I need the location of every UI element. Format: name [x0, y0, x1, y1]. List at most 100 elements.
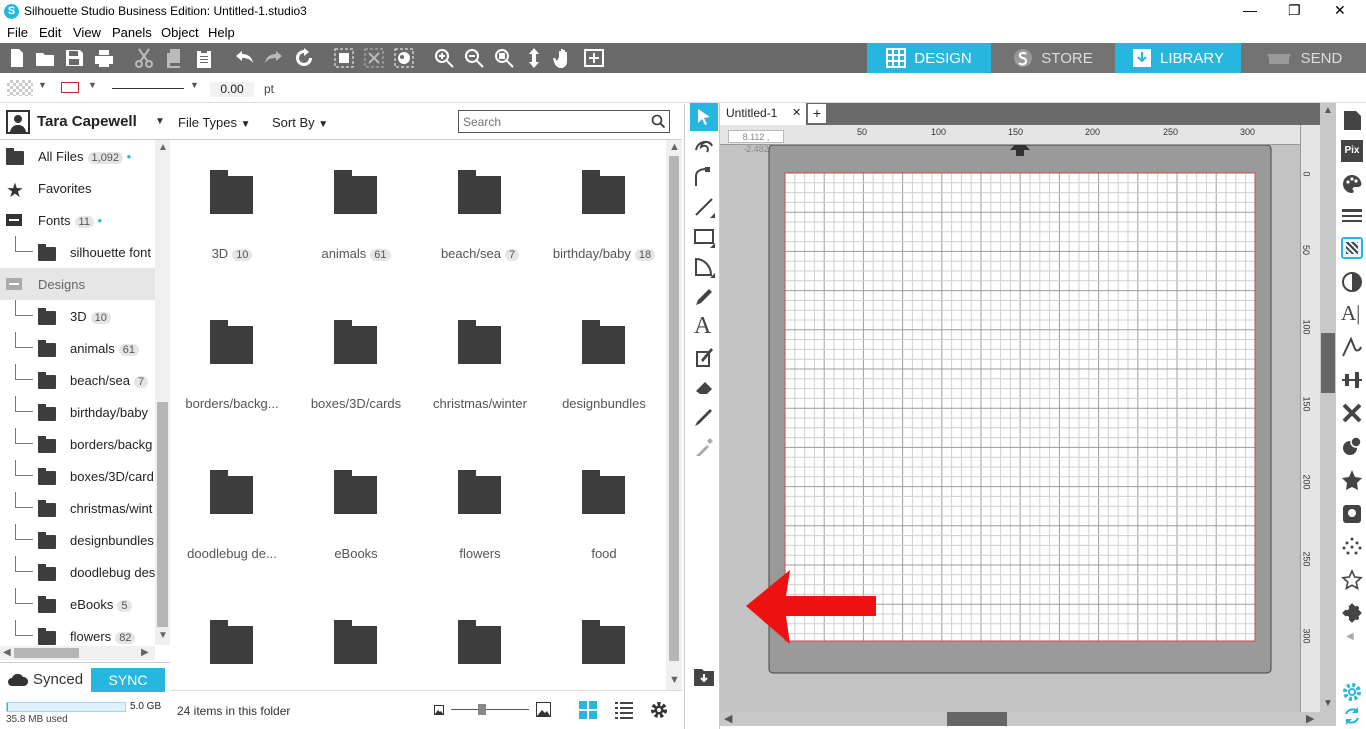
tab-library[interactable]: LIBRARY	[1115, 43, 1241, 73]
pencil-tool-icon[interactable]	[693, 286, 715, 308]
tab-design[interactable]: DESIGN	[867, 43, 991, 73]
menu-view[interactable]: View	[73, 25, 101, 40]
tree-item[interactable]: silhouette font	[0, 236, 155, 268]
scroll-up-icon[interactable]: ▲	[158, 142, 168, 153]
point-edit-icon[interactable]	[693, 136, 715, 158]
paste-icon[interactable]	[193, 47, 215, 69]
copy-icon[interactable]	[163, 47, 185, 69]
tree-item[interactable]: christmas/wint	[0, 492, 155, 524]
line-tool-icon[interactable]	[693, 196, 715, 218]
redo-icon[interactable]	[263, 47, 285, 69]
file-types-dropdown[interactable]: File Types ▼	[178, 115, 251, 130]
folder-tile[interactable]	[418, 590, 542, 690]
make-compound-icon[interactable]	[393, 47, 415, 69]
folder-tile[interactable]: boxes/3D/cards	[294, 290, 418, 440]
open-folder-icon[interactable]	[34, 47, 56, 69]
canvas-horizontal-scrollbar[interactable]: ◀ ▶	[720, 712, 1320, 726]
grid-scroll-thumb[interactable]	[669, 156, 679, 661]
zoom-in-icon[interactable]	[433, 47, 455, 69]
pan-hand-icon[interactable]	[553, 47, 575, 69]
save-icon[interactable]	[63, 47, 85, 69]
ungroup-icon[interactable]	[363, 47, 385, 69]
undo-icon[interactable]	[233, 47, 255, 69]
user-dropdown-icon[interactable]: ▼	[155, 116, 165, 127]
scroll-down-icon[interactable]: ▼	[669, 674, 680, 686]
canvas-hscroll-thumb[interactable]	[947, 712, 1007, 726]
sync-button[interactable]: SYNC	[91, 668, 165, 692]
library-search-box[interactable]	[458, 110, 670, 133]
canvas-vscroll-thumb[interactable]	[1321, 333, 1335, 393]
scroll-left-icon[interactable]: ◀	[3, 647, 11, 658]
folder-tile[interactable]: animals 61	[294, 140, 418, 290]
draw-paper-icon[interactable]	[693, 346, 715, 368]
tree-item[interactable]: Fonts 11 •	[0, 204, 155, 236]
settings-gear-icon[interactable]	[1341, 681, 1363, 703]
doc-tab[interactable]: Untitled-1 ✕	[720, 103, 806, 125]
menu-panels[interactable]: Panels	[112, 25, 152, 40]
sync-refresh-icon[interactable]	[1341, 705, 1363, 727]
tree-horizontal-scrollbar[interactable]: ◀ ▶	[0, 646, 155, 660]
tab-send[interactable]: SEND	[1241, 43, 1366, 73]
grid-view-icon[interactable]	[578, 700, 598, 720]
scroll-left-icon[interactable]: ◀	[724, 712, 732, 725]
settings-gear-icon[interactable]	[649, 700, 669, 720]
scroll-right-icon[interactable]: ▶	[1306, 712, 1314, 725]
offset-icon[interactable]	[1341, 503, 1363, 525]
add-tab-button[interactable]: +	[808, 104, 826, 123]
canvas-vertical-scrollbar[interactable]: ▲ ▼	[1320, 103, 1336, 726]
line-color-dropdown-icon[interactable]: ▼	[88, 80, 97, 90]
select-tool[interactable]	[690, 103, 718, 131]
folder-tile[interactable]: christmas/winter	[418, 290, 542, 440]
folder-tile[interactable]: beach/sea 7	[418, 140, 542, 290]
close-button[interactable]: ✕	[1334, 2, 1346, 19]
eraser-tool-icon[interactable]	[693, 376, 715, 398]
tree-item[interactable]: designbundles	[0, 524, 155, 556]
pixscan-icon[interactable]: Pix	[1341, 140, 1363, 162]
text-style-icon[interactable]: A|	[1341, 301, 1363, 325]
transform-icon[interactable]	[1341, 402, 1363, 424]
sort-by-dropdown[interactable]: Sort By ▼	[272, 115, 328, 130]
tree-item[interactable]: 3D 10	[0, 300, 155, 332]
replicate-icon[interactable]	[1341, 435, 1363, 457]
tree-scroll-thumb[interactable]	[157, 402, 168, 627]
tree-item[interactable]: doodlebug des	[0, 556, 155, 588]
fill-pattern-swatch[interactable]	[7, 80, 33, 96]
scroll-right-icon[interactable]: ▶	[141, 647, 149, 658]
tree-item[interactable]: animals 61	[0, 332, 155, 364]
tree-item[interactable]: ★ Favorites	[0, 172, 155, 204]
puzzle-icon[interactable]	[1341, 602, 1363, 624]
scroll-down-icon[interactable]: ▼	[158, 630, 168, 641]
print-icon[interactable]	[93, 47, 115, 69]
rectangle-tool-icon[interactable]	[693, 226, 715, 248]
folder-tile[interactable]: food	[542, 440, 666, 590]
text-tool-icon[interactable]: A	[694, 313, 711, 340]
tree-hscroll-thumb[interactable]	[14, 648, 79, 658]
line-style-preview[interactable]	[112, 88, 184, 89]
line-style-icon[interactable]	[1341, 205, 1363, 227]
folder-tile[interactable]	[294, 590, 418, 690]
tree-vertical-scrollbar[interactable]: ▲ ▼	[155, 140, 170, 645]
tree-item[interactable]: flowers 82	[0, 620, 155, 645]
fit-to-page-icon[interactable]	[583, 47, 605, 69]
palette-icon[interactable]	[1341, 173, 1363, 195]
scroll-down-icon[interactable]: ▼	[1323, 698, 1333, 709]
menu-edit[interactable]: Edit	[39, 25, 61, 40]
tree-item[interactable]: beach/sea 7	[0, 364, 155, 396]
tab-store[interactable]: STORE	[991, 43, 1115, 73]
collapse-panel-icon[interactable]: ◀	[1346, 631, 1354, 642]
scroll-up-icon[interactable]: ▲	[669, 141, 680, 153]
list-view-icon[interactable]	[614, 700, 634, 720]
folder-tile[interactable]: 3D 10	[170, 140, 294, 290]
cut-icon[interactable]	[133, 47, 155, 69]
align-icon[interactable]	[1341, 369, 1363, 391]
line-color-swatch[interactable]	[61, 82, 79, 93]
thumbnail-size-slider[interactable]	[451, 709, 529, 710]
star-outline-icon[interactable]	[1341, 569, 1363, 591]
group-icon[interactable]	[333, 47, 355, 69]
folder-tile[interactable]	[542, 590, 666, 690]
tree-item[interactable]: birthday/baby	[0, 396, 155, 428]
knife-tool-icon[interactable]	[693, 406, 715, 428]
zoom-select-icon[interactable]	[493, 47, 515, 69]
fill-pattern-icon[interactable]	[1341, 237, 1363, 259]
close-tab-icon[interactable]: ✕	[792, 106, 801, 119]
